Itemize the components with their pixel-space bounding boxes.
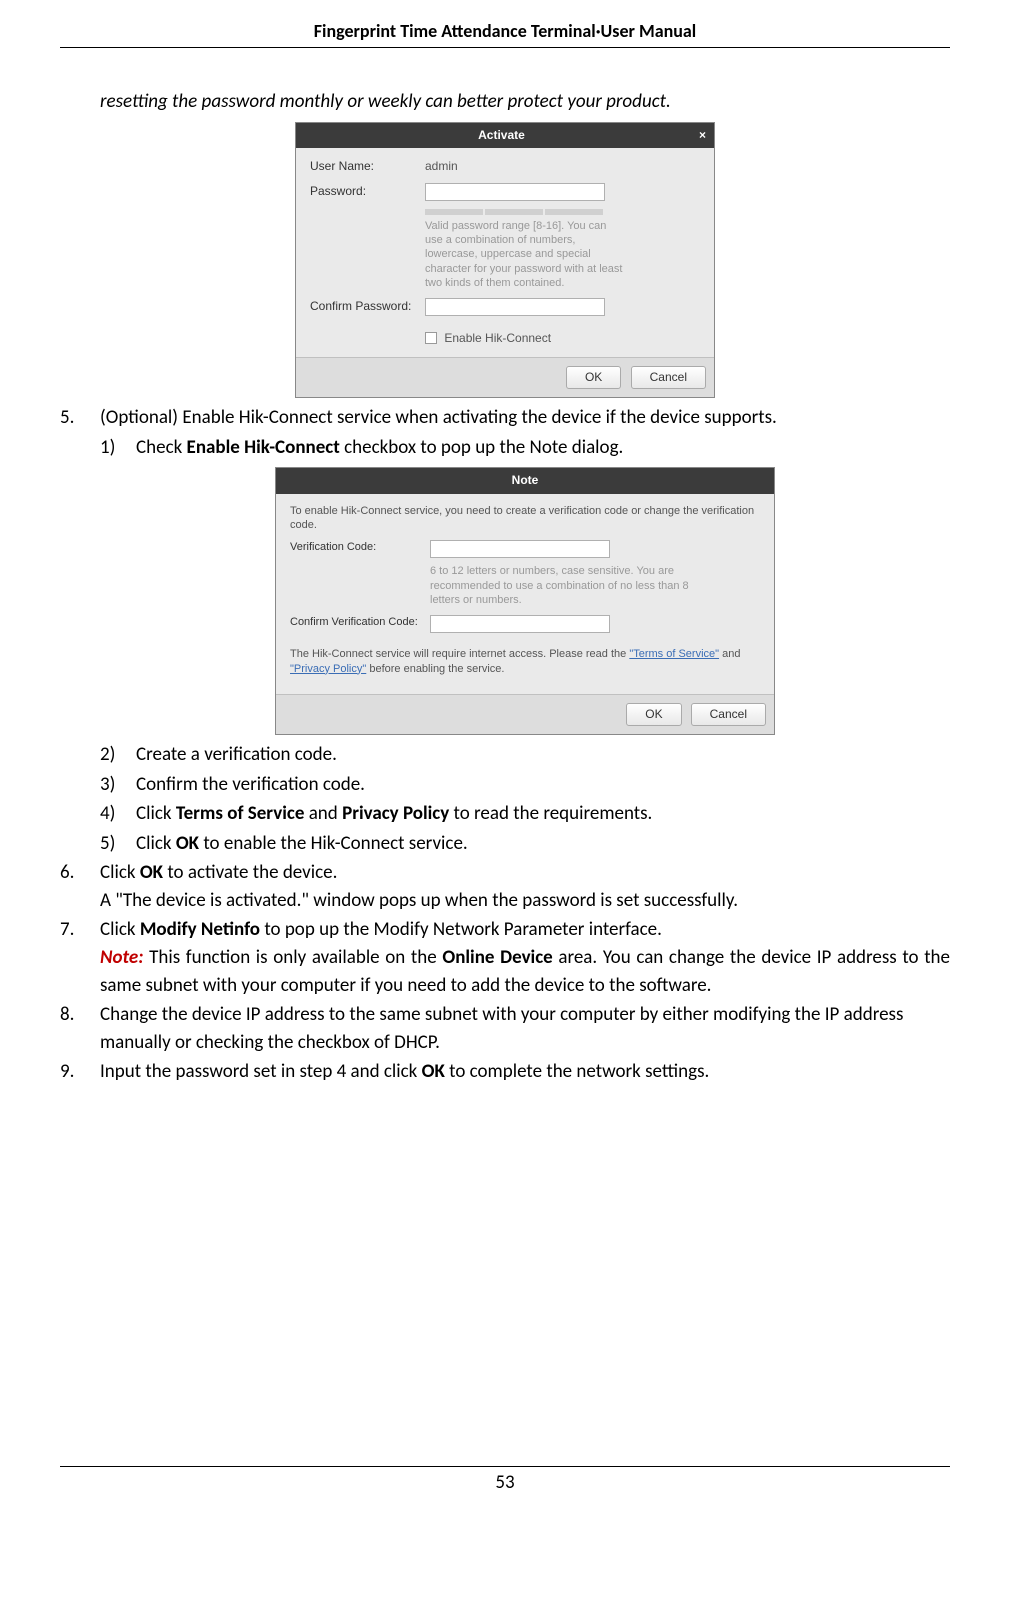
password-hint: Valid password range [8-16]. You can use… — [425, 219, 625, 290]
cvc-label: Confirm Verification Code: — [290, 615, 430, 631]
username-label: User Name: — [310, 158, 425, 175]
close-icon[interactable]: × — [699, 127, 706, 144]
password-input[interactable] — [425, 183, 605, 201]
step-text: A "The device is activated." window pops… — [100, 887, 950, 915]
substep-number: 4) — [100, 800, 128, 828]
substep-number: 5) — [100, 830, 128, 858]
note-intro: To enable Hik-Connect service, you need … — [290, 504, 760, 533]
terms-of-service-link[interactable]: "Terms of Service" — [629, 648, 719, 660]
step-number: 9. — [60, 1058, 88, 1086]
dialog-title: Note — [284, 472, 766, 489]
confirm-verification-code-input[interactable] — [430, 615, 610, 633]
vc-hint: 6 to 12 letters or numbers, case sensiti… — [430, 564, 710, 607]
enable-hik-connect-checkbox[interactable] — [425, 332, 437, 344]
verification-code-input[interactable] — [430, 540, 610, 558]
step-text: (Optional) Enable Hik-Connect service wh… — [100, 404, 950, 432]
dialog-titlebar: Activate × — [296, 123, 714, 148]
password-strength-meter — [425, 209, 700, 215]
step-number: 7. — [60, 916, 88, 999]
substep-number: 1) — [100, 434, 128, 462]
step-number: 6. — [60, 859, 88, 914]
confirm-password-label: Confirm Password: — [310, 298, 425, 315]
substep-number: 2) — [100, 741, 128, 769]
ok-button[interactable]: OK — [566, 366, 621, 389]
password-label: Password: — [310, 183, 425, 200]
substep-number: 3) — [100, 771, 128, 799]
cancel-button[interactable]: Cancel — [631, 366, 706, 389]
substep-text: Confirm the verification code. — [128, 771, 950, 799]
page-header: Fingerprint Time Attendance Terminal·Use… — [60, 20, 950, 48]
dialog-title: Activate — [304, 127, 699, 144]
note-dialog: Note To enable Hik-Connect service, you … — [275, 467, 775, 735]
note-label: Note: — [100, 946, 143, 969]
step-number: 5. — [60, 404, 88, 857]
enable-checkbox-label: Enable Hik-Connect — [444, 331, 551, 345]
step-number: 8. — [60, 1001, 88, 1056]
page-content: resetting the password monthly or weekly… — [60, 88, 950, 1086]
activate-dialog: Activate × User Name: admin Password: Va… — [295, 122, 715, 399]
intro-line: resetting the password monthly or weekly… — [100, 88, 950, 116]
ok-button[interactable]: OK — [626, 703, 681, 726]
page-number: 53 — [60, 1466, 950, 1494]
confirm-password-input[interactable] — [425, 298, 605, 316]
privacy-policy-link[interactable]: "Privacy Policy" — [290, 663, 366, 675]
terms-text: The Hik-Connect service will require int… — [290, 647, 760, 676]
dialog-titlebar: Note — [276, 468, 774, 493]
username-value: admin — [425, 158, 700, 175]
substep-text: Create a verification code. — [128, 741, 950, 769]
vc-label: Verification Code: — [290, 540, 430, 556]
cancel-button[interactable]: Cancel — [691, 703, 766, 726]
step-text: Change the device IP address to the same… — [88, 1001, 950, 1056]
